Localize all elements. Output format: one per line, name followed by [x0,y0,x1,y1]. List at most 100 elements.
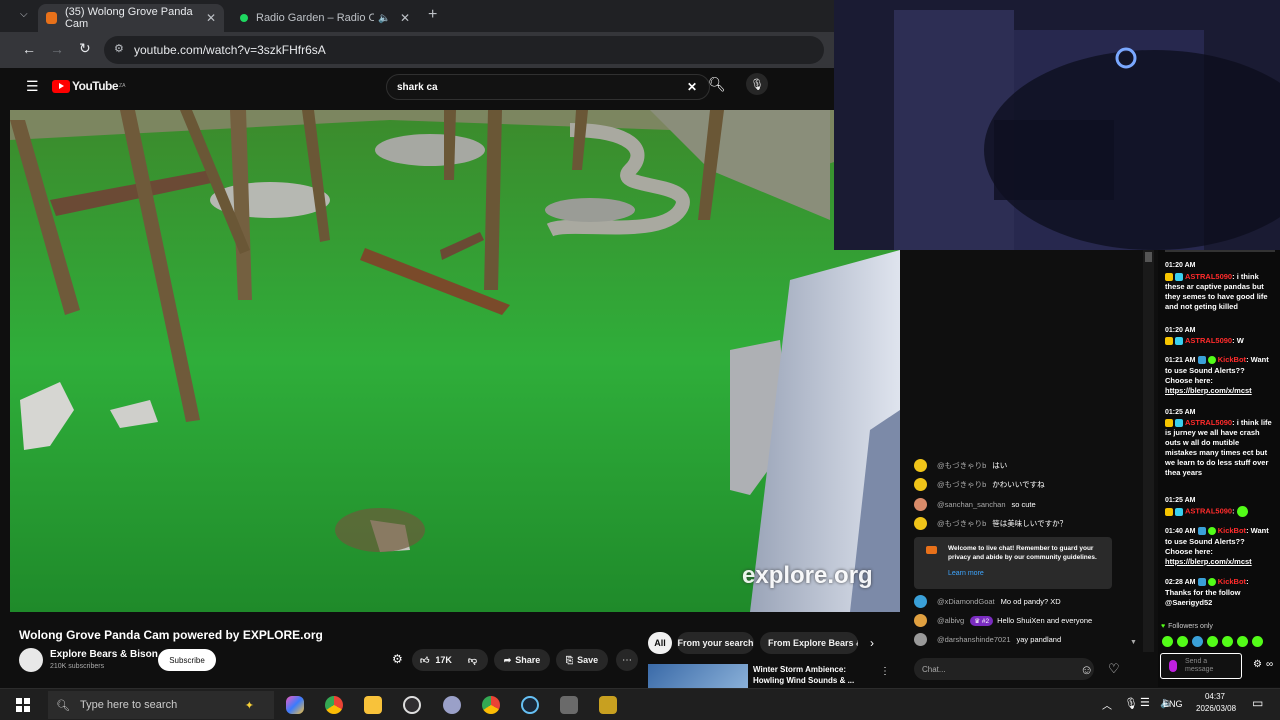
verified-badge-icon [1207,577,1216,586]
like-button[interactable]: 👍︎ 17K 👎︎ [412,649,488,671]
gear-icon[interactable]: ⚙ [392,652,403,666]
youtube-logo[interactable]: YouTube ZA [52,79,125,93]
channel-name[interactable]: Explore Bears & Bison [50,649,158,660]
windows-start-icon[interactable] [16,698,30,712]
video-title: Wolong Grove Panda Cam powered by EXPLOR… [19,628,323,642]
chat-user[interactable]: @xDiamondGoat [937,597,995,606]
steam-icon[interactable] [521,696,539,714]
video-player[interactable]: explore.org [10,110,900,612]
chrome-icon[interactable] [325,696,343,714]
avatar[interactable] [914,614,927,627]
more-icon[interactable]: ∞ [1266,660,1273,670]
avatar[interactable] [914,633,927,646]
chat-scrollbar[interactable] [1143,250,1154,652]
chat-link[interactable]: https://blerp.com/x/mcst [1165,557,1273,567]
learn-more-link[interactable]: Learn more [948,570,984,577]
chat-user[interactable]: ASTRAL5090 [1185,272,1232,281]
avatar[interactable] [914,595,927,608]
emote-icon[interactable] [1237,636,1248,647]
chat-message: @darshanshinde7021 yay pandland [914,633,1061,646]
site-info-icon[interactable]: ⚙ [114,42,124,55]
forward-arrow-icon[interactable]: → [50,41,64,57]
chat-user[interactable]: ASTRAL5090 [1185,507,1232,516]
emoji-icon[interactable]: ☺ [1080,662,1093,677]
chevron-down-icon[interactable]: ▼ [1130,639,1137,646]
avatar[interactable] [914,478,927,491]
chat-user[interactable]: @もづきゃりb [937,479,986,490]
app-icon[interactable] [443,696,461,714]
close-tab-icon[interactable]: ✕ [206,11,216,25]
kick-chat-panel: 01:20 AM ASTRAL5090: i think these ar ca… [1158,250,1280,687]
tab-panda-cam[interactable]: (35) Wolong Grove Panda Cam ✕ [38,4,224,32]
game-icon[interactable] [599,696,617,714]
settings-icon[interactable]: ⚙ [1253,660,1262,670]
microphone-icon[interactable]: 🎙 [746,73,768,95]
save-button[interactable]: ⎘ Save [556,649,608,671]
chat-text: はい [992,461,1008,470]
notification-icon[interactable]: ▭ [1252,696,1263,710]
search-input[interactable]: shark ca ✕ [386,74,710,100]
app-icon[interactable] [560,696,578,714]
microphone-icon[interactable] [1169,660,1177,672]
search-icon[interactable]: 🔍︎ [708,76,726,93]
chat-user[interactable]: ASTRAL5090 [1185,418,1232,427]
more-vert-icon[interactable]: ⋮ [880,666,890,677]
menu-icon[interactable]: ☰ [26,78,39,95]
channel-avatar[interactable] [19,648,43,672]
wifi-icon[interactable]: ☰ [1140,696,1150,709]
chat-input[interactable]: Chat... [914,658,1094,680]
chat-user[interactable]: @もづきゃりb [937,460,986,471]
search-icon: 🔍︎ [56,699,70,712]
speaker-icon[interactable]: 🔈 [378,13,390,24]
clock[interactable]: 04:37 2026/03/08 [1196,691,1236,715]
tab-radio-garden[interactable]: Radio Garden – Radio Oran 🔈 ✕ [232,4,418,32]
recommended-thumbnail[interactable] [648,664,748,688]
emote-icon[interactable] [1192,636,1203,647]
filter-chip-all[interactable]: All [648,632,672,654]
emote-icon[interactable] [1162,636,1173,647]
chat-user[interactable]: KickBot [1218,577,1246,586]
close-tab-icon[interactable]: ✕ [400,11,410,25]
obs-icon[interactable] [403,696,421,714]
chat-user[interactable]: @もづきゃりb [937,518,986,529]
emote-icon[interactable] [1222,636,1233,647]
new-tab-plus-icon[interactable]: + [428,6,437,24]
chevron-up-icon[interactable]: ︿ [1102,697,1112,712]
send-message-input[interactable]: Send a message [1160,653,1242,679]
recommended-title[interactable]: Winter Storm Ambience: Howling Wind Soun… [753,664,863,686]
taskbar-search-box[interactable]: 🔍︎ Type here to search ✦ [48,691,274,719]
chat-user[interactable]: KickBot [1218,526,1246,535]
avatar[interactable] [914,498,927,511]
chevron-right-icon[interactable]: › [870,636,874,650]
chat-user[interactable]: @darshanshinde7021 [937,635,1011,644]
subscribe-button[interactable]: Subscribe [158,649,216,671]
microphone-icon[interactable]: 🎙 [1124,697,1138,710]
chat-user[interactable]: ASTRAL5090 [1185,336,1232,345]
heart-icon[interactable]: ♡ [1108,661,1120,677]
chat-link[interactable]: https://blerp.com/x/mcst [1165,386,1273,396]
chat-user[interactable]: KickBot [1218,355,1246,364]
copilot-icon[interactable] [286,696,304,714]
emote-icon[interactable] [1252,636,1263,647]
chat-user[interactable]: @albivg [937,616,964,625]
language-indicator[interactable]: ENG [1163,699,1183,709]
filter-chip-search[interactable]: From your search [677,632,754,654]
share-button[interactable]: ➦ Share [494,649,550,671]
reload-icon[interactable]: ↻ [79,40,91,57]
filter-chip-channel[interactable]: From Explore Bears & B [760,632,858,654]
back-arrow-icon[interactable]: ← [22,41,36,57]
avatar[interactable] [914,517,927,530]
url-field[interactable]: ⚙ youtube.com/watch?v=3szkFHfr6sA [104,36,824,64]
emote-icon[interactable] [1207,636,1218,647]
thumbs-down-icon[interactable]: 👎︎ [468,655,477,666]
file-explorer-icon[interactable] [364,696,382,714]
more-actions-button[interactable]: ⋯ [616,649,638,671]
chrome-icon[interactable] [482,696,500,714]
tab-search-chevron-icon[interactable]: ⌵ [20,9,28,20]
chat-user[interactable]: @sanchan_sanchan [937,500,1006,509]
avatar[interactable] [914,459,927,472]
emote-icon[interactable] [1177,636,1188,647]
notice-text: Welcome to live chat! Remember to guard … [948,545,1097,561]
chat-timestamp: 02:28 AM [1165,579,1196,586]
clear-search-icon[interactable]: ✕ [687,80,697,94]
